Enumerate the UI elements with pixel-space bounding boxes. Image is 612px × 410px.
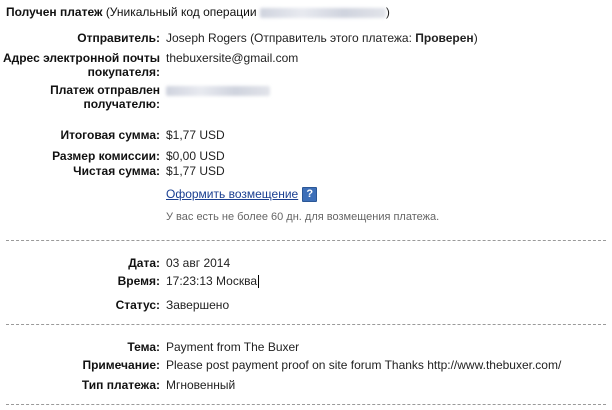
redacted-transaction-code: [259, 7, 386, 18]
page-title: Получен платеж: [6, 5, 103, 19]
sent-to-label-line1: Платеж отправлен: [50, 83, 160, 97]
refund-note: У вас есть не более 60 дн. для возмещени…: [166, 211, 440, 223]
total-value: $1,77 USD: [166, 128, 225, 142]
text-cursor: [258, 275, 260, 289]
sender-status: Проверен: [415, 31, 474, 45]
total-label: Итоговая сумма:: [60, 128, 160, 142]
fee-value: $0,00 USD: [166, 149, 225, 163]
refund-value: Оформить возмещение?: [166, 187, 318, 203]
buyer-email-label-line1: Адрес электронной почты: [2, 51, 160, 65]
buyer-email-label: Адрес электронной почты покупателя:: [3, 51, 160, 79]
transaction-code-prefix: (Уникальный код операции: [105, 5, 257, 19]
subject-label: Тема:: [127, 340, 160, 354]
net-label: Чистая сумма:: [73, 164, 160, 178]
sent-to-label: Платеж отправлен получателю:: [50, 83, 160, 111]
sender-status-prefix: (Отправитель этого платежа:: [250, 31, 412, 45]
sender-value: Joseph Rogers (Отправитель этого платежа…: [166, 31, 478, 45]
time-text: 17:23:13 Москва: [166, 274, 258, 288]
redacted-recipient-email: [166, 85, 270, 96]
sent-to-label-line2: получателю:: [83, 97, 160, 111]
section-divider: [6, 324, 606, 325]
net-value: $1,77 USD: [166, 164, 225, 178]
buyer-email-label-line2: покупателя:: [87, 65, 160, 79]
sender-label: Отправитель:: [77, 31, 160, 45]
sender-status-suffix: ): [473, 31, 478, 45]
help-icon[interactable]: ?: [302, 187, 318, 203]
sent-to-value: [166, 83, 270, 97]
section-divider: [6, 404, 606, 405]
buyer-email-value: thebuxersite@gmail.com: [166, 51, 299, 65]
type-value: Мгновенный: [166, 378, 236, 392]
memo-value: Please post payment proof on site forum …: [166, 358, 562, 372]
date-label: Дата:: [128, 256, 160, 270]
memo-label: Примечание:: [82, 358, 160, 372]
date-value: 03 авг 2014: [166, 256, 231, 270]
subject-value: Payment from The Buxer: [166, 340, 300, 354]
status-label: Статус:: [115, 298, 160, 312]
time-label: Время:: [117, 274, 160, 288]
type-label: Тип платежа:: [81, 378, 160, 392]
fee-label: Размер комиссии:: [52, 149, 160, 163]
time-value: 17:23:13 Москва: [166, 274, 260, 289]
status-value: Завершено: [166, 298, 230, 312]
sender-name: Joseph Rogers: [166, 31, 247, 45]
transaction-code-suffix: ): [385, 5, 390, 19]
page-header: Получен платеж (Уникальный код операции …: [6, 5, 390, 19]
refund-link[interactable]: Оформить возмещение: [166, 187, 298, 201]
section-divider: [6, 240, 606, 241]
